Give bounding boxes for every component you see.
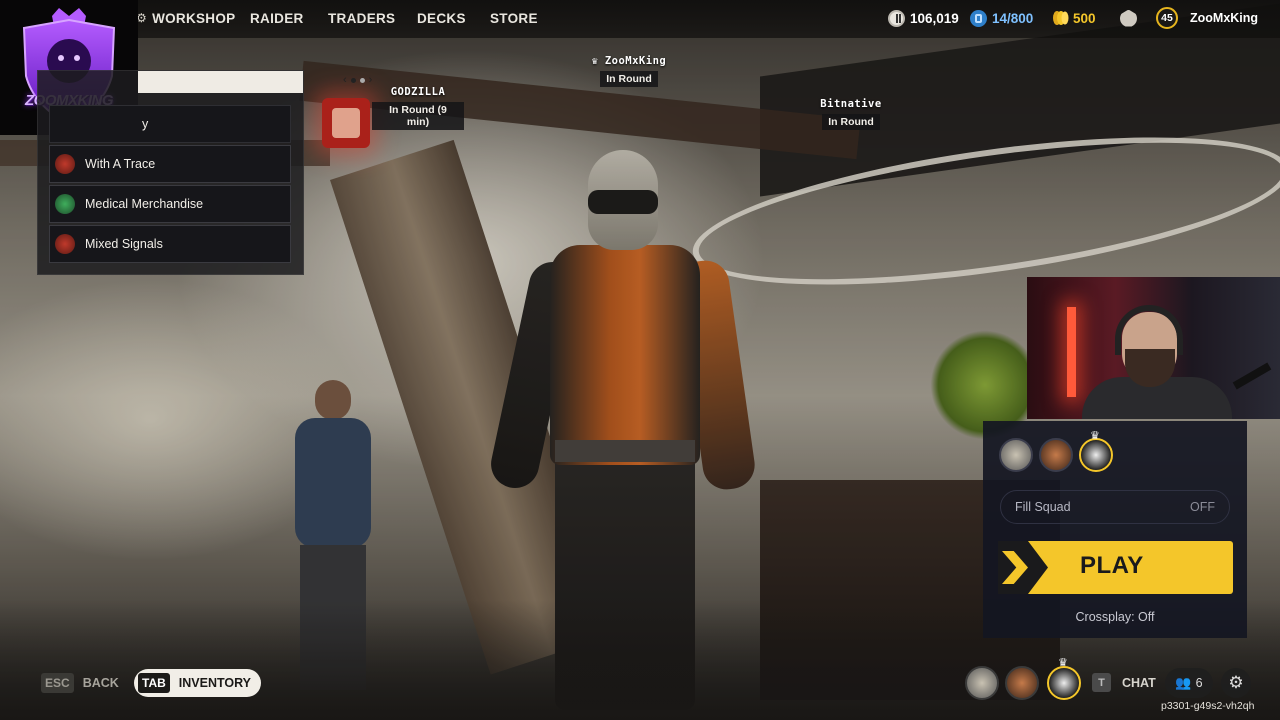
chat-button[interactable]: CHAT xyxy=(1122,676,1156,690)
player-status: In Round xyxy=(822,114,880,130)
pager-prev-icon[interactable]: ‹ xyxy=(343,74,347,86)
party-member-avatar[interactable] xyxy=(1005,666,1039,700)
inventory-label: INVENTORY xyxy=(178,676,252,690)
back-button[interactable]: ESC BACK xyxy=(41,673,119,693)
nav-decks-label: DECKS xyxy=(417,10,466,26)
streamer-webcam-overlay xyxy=(1027,277,1280,419)
player-tag-zoomxking[interactable]: ♛ ZooMxKing In Round xyxy=(584,55,674,87)
friends-icon: 👥 xyxy=(1175,675,1192,690)
player-tag-godzilla[interactable]: GODZILLA In Round (9 min) xyxy=(372,86,464,130)
squad-member-avatar[interactable] xyxy=(1039,438,1073,472)
player-name: GODZILLA xyxy=(390,86,446,98)
squad-leader-crown-icon: ♛ xyxy=(1090,430,1100,442)
fill-squad-value: OFF xyxy=(1190,500,1215,514)
nav-workshop[interactable]: ⚙ WORKSHOP xyxy=(136,11,246,26)
quest-panel-header: ‹ › xyxy=(138,71,372,93)
settings-gear-icon: ⚙ xyxy=(1228,673,1244,692)
fill-squad-toggle[interactable]: Fill Squad OFF xyxy=(1000,490,1230,524)
esc-key-hint: ESC xyxy=(41,673,74,693)
play-button[interactable]: PLAY xyxy=(998,541,1233,594)
player-name-row: ♛ ZooMxKing xyxy=(584,55,674,67)
profile-username: ZooMxKing xyxy=(1190,11,1259,25)
pager-next-icon[interactable]: › xyxy=(369,74,373,86)
gold-coins-icon xyxy=(1051,10,1069,27)
party-leader-crown-icon: ♛ xyxy=(1058,657,1068,669)
player-status: In Round (9 min) xyxy=(372,102,464,130)
squad-member-avatar[interactable] xyxy=(999,438,1033,472)
pager-dot-active[interactable] xyxy=(350,77,356,83)
friends-button[interactable]: 👥 6 xyxy=(1165,668,1213,698)
quest-item-mixed-signals[interactable]: Mixed Signals xyxy=(49,225,291,263)
top-navigation-bar: ⚙ WORKSHOP RAIDER TRADERS DECKS STORE 10… xyxy=(0,0,1280,38)
quest-item-partial[interactable]: y xyxy=(49,105,291,143)
nav-store[interactable]: STORE xyxy=(490,11,538,26)
quest-trader-icon xyxy=(55,154,75,174)
squad-panel: ♛ Fill Squad OFF PLAY Crossplay: Off xyxy=(983,421,1247,638)
crown-icon: ♛ xyxy=(591,56,605,67)
nav-traders-label: TRADERS xyxy=(328,10,396,26)
player-name: Bitnative xyxy=(820,98,882,110)
player-name: ZooMxKing xyxy=(604,55,667,67)
mail-icon xyxy=(1120,9,1137,27)
settings-button[interactable]: ⚙ xyxy=(1221,668,1251,698)
quest-item-partial-label: y xyxy=(142,117,149,131)
quest-item-with-a-trace[interactable]: With A Trace xyxy=(49,145,291,183)
nav-raider[interactable]: RAIDER xyxy=(250,11,328,26)
squad-leader-avatar[interactable] xyxy=(1079,438,1113,472)
quest-panel: ‹ › y With A Trace Medical Merchandise M… xyxy=(37,70,372,275)
quest-pager: ‹ › xyxy=(343,74,372,86)
profile-button[interactable]: 45 ZooMxKing xyxy=(1156,0,1258,36)
player-status: In Round xyxy=(600,71,658,87)
token-icon xyxy=(970,9,987,27)
tokens-value: 14/800 xyxy=(992,10,1034,26)
nav-decks[interactable]: DECKS xyxy=(417,11,490,26)
tokens-counter[interactable]: 14/800 xyxy=(970,0,1033,36)
pager-dot[interactable] xyxy=(359,77,365,83)
nav-raider-label: RAIDER xyxy=(250,10,304,26)
nav-workshop-label: WORKSHOP xyxy=(152,10,236,26)
raider-coin-icon xyxy=(888,9,905,27)
nav-traders[interactable]: TRADERS xyxy=(328,11,417,26)
party-leader-avatar[interactable] xyxy=(1047,666,1081,700)
inventory-button[interactable]: TAB INVENTORY xyxy=(134,669,262,697)
nav-store-label: STORE xyxy=(490,10,538,26)
mail-button[interactable] xyxy=(1120,0,1142,36)
quest-item-label: With A Trace xyxy=(85,157,156,171)
gold-counter[interactable]: 500 xyxy=(1051,0,1096,36)
play-button-label: PLAY xyxy=(1080,552,1144,579)
gold-value: 500 xyxy=(1073,10,1096,26)
quest-item-medical-merchandise[interactable]: Medical Merchandise xyxy=(49,185,291,223)
friends-count: 6 xyxy=(1195,676,1203,690)
quest-medical-icon xyxy=(55,194,75,214)
quest-item-label: Mixed Signals xyxy=(85,237,163,251)
fill-squad-label: Fill Squad xyxy=(1015,500,1071,514)
crossplay-status[interactable]: Crossplay: Off xyxy=(983,610,1247,624)
raider-coins-counter[interactable]: 106,019 xyxy=(888,0,959,36)
level-badge: 45 xyxy=(1156,7,1178,29)
tab-key-hint: TAB xyxy=(138,673,170,693)
session-code: p3301-g49s2-vh2qh xyxy=(1161,700,1255,712)
player-tag-bitnative[interactable]: Bitnative In Round xyxy=(812,98,890,130)
quest-trader-icon xyxy=(55,234,75,254)
main-nav: ⚙ WORKSHOP RAIDER TRADERS DECKS STORE xyxy=(136,0,538,36)
back-label: BACK xyxy=(82,676,119,690)
quest-item-label: Medical Merchandise xyxy=(85,197,204,211)
party-member-avatar[interactable] xyxy=(965,666,999,700)
chat-key-hint: T xyxy=(1092,673,1111,692)
raider-coins-value: 106,019 xyxy=(910,10,959,26)
